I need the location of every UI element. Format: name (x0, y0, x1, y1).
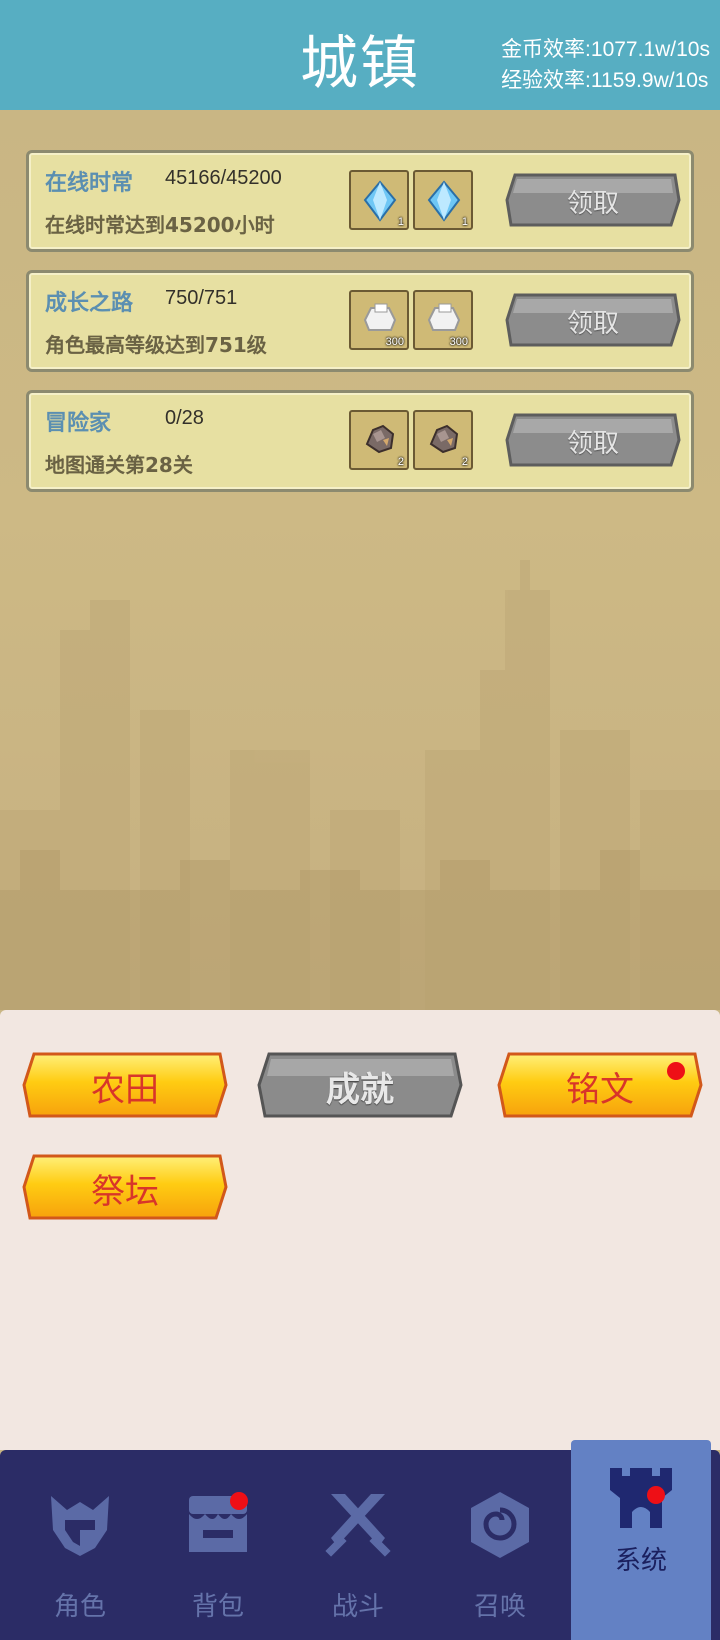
claim-button[interactable]: 领取 (505, 173, 681, 227)
gold-rate: 金币效率:1077.1w/10s (501, 38, 710, 61)
task-name: 冒险家 (45, 411, 112, 436)
nav-item-battle[interactable]: 战斗 (288, 1490, 428, 1622)
notification-badge (647, 1486, 665, 1504)
efficiency-readout: 金币效率:1077.1w/10s 经验效率:1159.9w/10s (501, 34, 710, 96)
nav-label: 背包 (191, 1592, 244, 1622)
reward-slot[interactable]: 1 (413, 170, 473, 230)
helmet-icon (51, 1496, 109, 1556)
task-progress: 0/28 (165, 407, 204, 429)
reward-count: 300 (449, 336, 468, 348)
altar-button[interactable]: 祭坛 (22, 1154, 228, 1220)
task-description: 在线时常达到45200小时 (45, 213, 275, 237)
castle-icon (610, 1468, 672, 1528)
claim-label: 领取 (566, 309, 619, 339)
notification-badge (230, 1492, 248, 1510)
reward-count: 300 (385, 336, 404, 348)
task-description: 角色最高等级达到751级 (45, 333, 267, 357)
nav-label: 召唤 (473, 1592, 526, 1622)
blue-crystal-icon (363, 180, 397, 222)
nav-item-summon[interactable]: 召唤 (430, 1490, 570, 1622)
reward-count: 2 (461, 456, 468, 468)
reward-count: 1 (461, 216, 468, 228)
nav-label: 系统 (614, 1546, 667, 1576)
nav-item-system[interactable]: 系统 (571, 1440, 711, 1640)
reward-slot[interactable]: 300 (349, 290, 409, 350)
reward-slot[interactable]: 1 (349, 170, 409, 230)
task-name: 在线时常 (45, 171, 134, 196)
farm-button[interactable]: 农田 (22, 1052, 228, 1118)
task-name: 成长之路 (45, 291, 134, 316)
task-progress: 45166/45200 (165, 167, 282, 189)
reward-slot[interactable]: 2 (413, 410, 473, 470)
task-description: 地图通关第28关 (45, 453, 193, 477)
task-card: 成长之路 750/751 角色最高等级达到751级 300 300 领取 (26, 270, 694, 372)
farm-label: 农田 (91, 1070, 159, 1110)
claim-button[interactable]: 领取 (505, 293, 681, 347)
nav-item-character[interactable]: 角色 (10, 1490, 150, 1622)
nav-label: 角色 (53, 1592, 106, 1622)
silver-ingot-icon (363, 303, 397, 331)
task-card: 在线时常 45166/45200 在线时常达到45200小时 1 1 领取 (26, 150, 694, 252)
nav-label: 战斗 (331, 1592, 384, 1622)
task-card: 冒险家 0/28 地图通关第28关 2 2 领取 (26, 390, 694, 492)
reward-count: 2 (397, 456, 404, 468)
nav-item-bag[interactable]: 背包 (148, 1490, 288, 1622)
reward-count: 1 (397, 216, 404, 228)
claim-label: 领取 (566, 189, 619, 219)
ore-icon (365, 424, 395, 454)
system-panel: 农田 成就 铭文 祭坛 (0, 1010, 720, 1450)
achievement-label: 成就 (326, 1070, 394, 1110)
task-progress: 750/751 (165, 287, 238, 309)
notification-badge (667, 1062, 685, 1080)
spiral-icon (471, 1492, 529, 1558)
top-header: 城镇 金币效率:1077.1w/10s 经验效率:1159.9w/10s (0, 0, 720, 110)
altar-label: 祭坛 (91, 1172, 159, 1212)
exp-rate: 经验效率:1159.9w/10s (501, 69, 709, 92)
claim-button[interactable]: 领取 (505, 413, 681, 467)
bottom-nav: 角色 背包 战斗 召唤 系统 (0, 1440, 720, 1640)
inscription-button[interactable]: 铭文 (497, 1052, 703, 1118)
blue-crystal-icon (427, 180, 461, 222)
achievement-button[interactable]: 成就 (257, 1052, 463, 1118)
crossed-swords-icon (325, 1494, 391, 1557)
reward-slot[interactable]: 2 (349, 410, 409, 470)
claim-label: 领取 (566, 429, 619, 459)
reward-slot[interactable]: 300 (413, 290, 473, 350)
silver-ingot-icon (427, 303, 461, 331)
ore-icon (429, 424, 459, 454)
